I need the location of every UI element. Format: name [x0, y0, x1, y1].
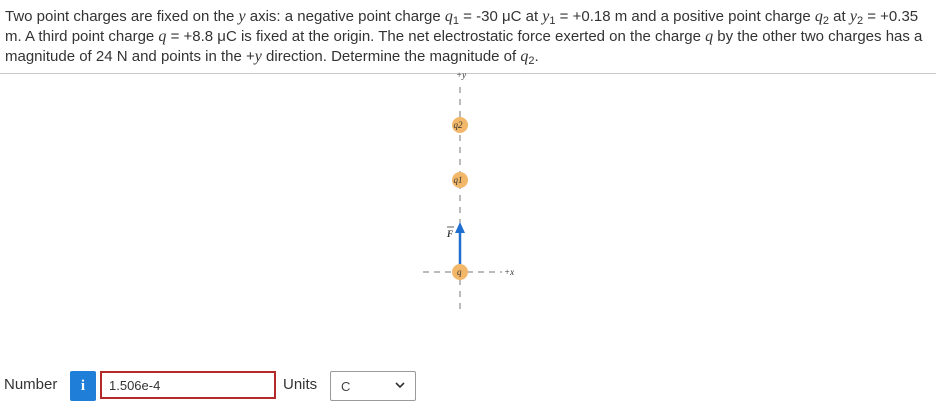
charge-q2-label: q2: [454, 120, 464, 130]
units-select[interactable]: C: [330, 371, 416, 401]
charge-diagram: +y +x q2 q1 F q: [423, 70, 514, 315]
info-icon[interactable]: i: [70, 371, 96, 401]
charge-q-label: q: [457, 267, 462, 277]
chevron-down-icon: [395, 380, 405, 392]
units-label: Units: [283, 376, 318, 393]
y-axis-label: +y: [456, 70, 466, 80]
number-label: Number: [4, 376, 58, 393]
force-arrowhead: [455, 222, 465, 233]
problem-text: Two point charges are fixed on the y axi…: [5, 8, 923, 67]
force-label: F: [446, 229, 453, 239]
units-selected-value: C: [341, 378, 351, 394]
charge-q1-label: q1: [454, 175, 463, 185]
number-input[interactable]: 1.506e-4: [100, 371, 276, 399]
x-axis-label: +x: [504, 267, 514, 277]
